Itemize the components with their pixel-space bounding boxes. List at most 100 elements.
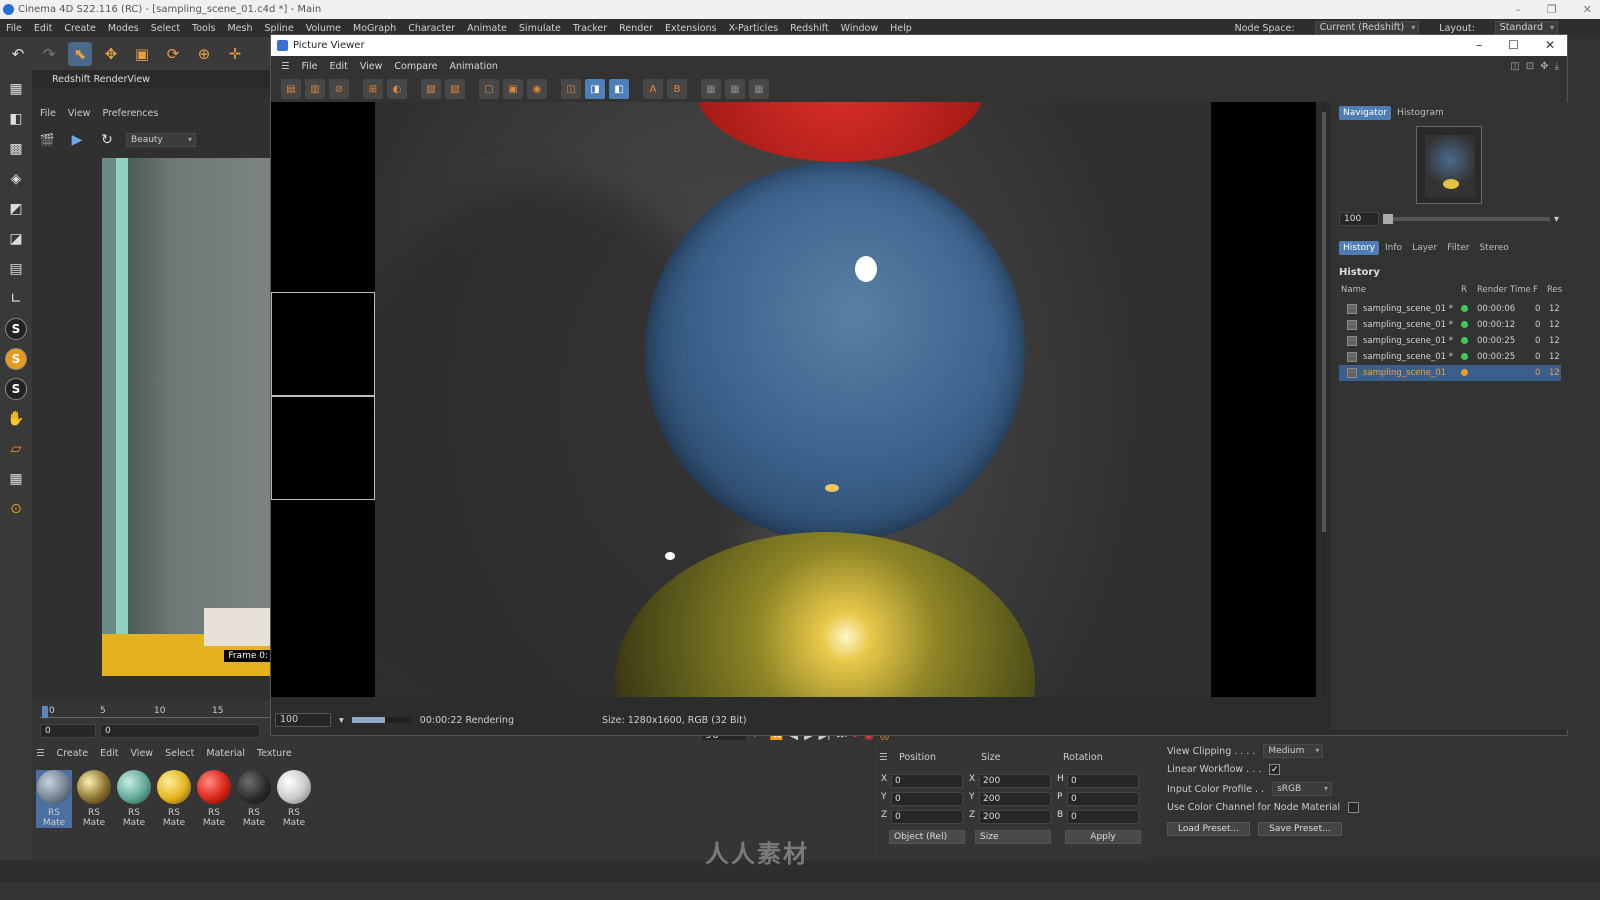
layers-icon[interactable]: ▨ bbox=[445, 79, 465, 99]
rotation-field[interactable]: 0 bbox=[1067, 774, 1139, 788]
set-b-icon[interactable]: B bbox=[667, 79, 687, 99]
grid-c-icon[interactable]: ▦ bbox=[749, 79, 769, 99]
axis-mode-icon[interactable]: ∟ bbox=[5, 288, 27, 310]
grid-b-icon[interactable]: ▦ bbox=[725, 79, 745, 99]
size-field[interactable]: 200 bbox=[979, 792, 1051, 806]
color-profile-dropdown[interactable]: sRGB bbox=[1272, 782, 1333, 796]
playhead[interactable] bbox=[42, 706, 48, 718]
mat-menu-create[interactable]: Create bbox=[57, 748, 89, 759]
lock-workplane-icon[interactable]: ⊙ bbox=[5, 498, 27, 520]
pv-menu-view[interactable]: View bbox=[360, 61, 383, 72]
grid-a-icon[interactable]: ▦ bbox=[701, 79, 721, 99]
mat-menu-edit[interactable]: Edit bbox=[100, 748, 118, 759]
history-row[interactable]: sampling_scene_01 * 00:00:25 0 12 bbox=[1339, 349, 1561, 365]
menu-character[interactable]: Character bbox=[408, 23, 455, 34]
current-frame-field[interactable]: 0 bbox=[100, 724, 260, 738]
hamburger-icon[interactable]: ☰ bbox=[281, 61, 290, 72]
col-f[interactable]: F bbox=[1533, 285, 1538, 295]
menu-redshift[interactable]: Redshift bbox=[790, 23, 829, 34]
refresh-icon[interactable]: ↻ bbox=[96, 129, 118, 151]
material-swatch[interactable]: RS Mate bbox=[196, 770, 232, 828]
node-space-dropdown[interactable]: Current (Redshift) bbox=[1314, 21, 1420, 35]
material-swatch[interactable]: RS Mate bbox=[276, 770, 312, 828]
pv-vertical-scrollbar[interactable] bbox=[1321, 102, 1327, 697]
undo-icon[interactable]: ↶ bbox=[6, 42, 30, 66]
points-mode-icon[interactable]: ◈ bbox=[5, 168, 27, 190]
select-tool-icon[interactable]: ⬉ bbox=[68, 41, 92, 66]
pv-menu-file[interactable]: File bbox=[302, 61, 318, 72]
pv-menu-animation[interactable]: Animation bbox=[449, 61, 497, 72]
size-field[interactable]: 200 bbox=[979, 774, 1051, 788]
timeline-ruler[interactable]: 0 5 10 15 bbox=[40, 706, 270, 718]
material-swatch[interactable]: RS Mate bbox=[156, 770, 192, 828]
scale-tool-icon[interactable]: ▣ bbox=[130, 42, 154, 66]
navigator-zoom-field[interactable]: 100 bbox=[1339, 212, 1379, 226]
tab-layer[interactable]: Layer bbox=[1408, 241, 1441, 255]
position-field[interactable]: 0 bbox=[891, 792, 963, 806]
position-field[interactable]: 0 bbox=[891, 774, 963, 788]
copy-icon[interactable]: ▧ bbox=[421, 79, 441, 99]
layout-dropdown[interactable]: Standard bbox=[1494, 21, 1558, 35]
view-clipping-dropdown[interactable]: Medium bbox=[1263, 744, 1324, 758]
navigator-zoom-slider[interactable] bbox=[1383, 214, 1550, 224]
history-row[interactable]: sampling_scene_01 * 00:00:06 0 12 bbox=[1339, 301, 1561, 317]
menu-render[interactable]: Render bbox=[619, 23, 653, 34]
menu-mesh[interactable]: Mesh bbox=[227, 23, 252, 34]
snap-icon[interactable]: S bbox=[5, 318, 27, 340]
stop-render-icon[interactable]: ⊘ bbox=[329, 79, 349, 99]
mat-menu-view[interactable]: View bbox=[131, 748, 154, 759]
aov-dropdown[interactable]: Beauty bbox=[126, 133, 196, 147]
menu-file[interactable]: File bbox=[6, 23, 22, 34]
hamburger-icon[interactable]: ☰ bbox=[879, 752, 888, 763]
move-tool-icon[interactable]: ✥ bbox=[99, 42, 123, 66]
history-row[interactable]: sampling_scene_01 0 12 bbox=[1339, 365, 1561, 381]
snap-workplane-icon[interactable]: S bbox=[5, 378, 27, 400]
render-play-icon[interactable]: ▶ bbox=[66, 129, 88, 151]
zoom-options-icon[interactable]: ▾ bbox=[1554, 214, 1559, 225]
save-icon[interactable]: ▥ bbox=[305, 79, 325, 99]
save-preset-button[interactable]: Save Preset... bbox=[1258, 822, 1342, 836]
tab-navigator[interactable]: Navigator bbox=[1339, 106, 1392, 120]
pv-close-icon[interactable]: ✕ bbox=[1545, 35, 1555, 56]
fit-icon[interactable]: ⊞ bbox=[363, 79, 383, 99]
coordinate-icon[interactable]: ⊕ bbox=[192, 42, 216, 66]
mat-menu-select[interactable]: Select bbox=[165, 748, 194, 759]
expand-icon[interactable]: ⊡ bbox=[1526, 61, 1534, 72]
redo-icon[interactable]: ↷ bbox=[37, 42, 61, 66]
thumbnail-frame[interactable] bbox=[271, 292, 375, 396]
pv-menu-edit[interactable]: Edit bbox=[329, 61, 347, 72]
thumbnail-frame[interactable] bbox=[271, 396, 375, 500]
zoom-dropdown-icon[interactable]: ▾ bbox=[339, 715, 344, 726]
col-name[interactable]: Name bbox=[1341, 285, 1366, 295]
col-render-time[interactable]: Render Time bbox=[1477, 285, 1531, 295]
snap-settings-icon[interactable]: S bbox=[5, 348, 27, 370]
mat-menu-texture[interactable]: Texture bbox=[257, 748, 292, 759]
pv-minimize-icon[interactable]: – bbox=[1476, 35, 1482, 56]
object-mode-icon[interactable]: ▤ bbox=[5, 258, 27, 280]
history-row[interactable]: sampling_scene_01 * 00:00:12 0 12 bbox=[1339, 317, 1561, 333]
rotation-field[interactable]: 0 bbox=[1067, 810, 1139, 824]
panel-toggle-icon[interactable]: ◫ bbox=[1510, 61, 1519, 72]
position-field[interactable]: 0 bbox=[891, 810, 963, 824]
workplane-icon[interactable]: ▱ bbox=[5, 438, 27, 460]
pv-image-canvas[interactable] bbox=[271, 102, 1316, 697]
menu-edit[interactable]: Edit bbox=[34, 23, 52, 34]
model-mode-icon[interactable]: ▦ bbox=[5, 78, 27, 100]
open-icon[interactable]: ▤ bbox=[281, 79, 301, 99]
grid-icon[interactable]: ▦ bbox=[5, 468, 27, 490]
axis-icon[interactable]: ✛ bbox=[223, 42, 247, 66]
menu-spline[interactable]: Spline bbox=[264, 23, 293, 34]
menu-mograph[interactable]: MoGraph bbox=[353, 23, 396, 34]
coord-mode-dropdown[interactable]: Object (Rel) bbox=[889, 830, 965, 844]
rs-menu-file[interactable]: File bbox=[40, 108, 56, 124]
start-frame-field[interactable]: 0 bbox=[40, 724, 96, 738]
rotation-field[interactable]: 0 bbox=[1067, 792, 1139, 806]
size-field[interactable]: 200 bbox=[979, 810, 1051, 824]
set-a-icon[interactable]: A bbox=[643, 79, 663, 99]
menu-extensions[interactable]: Extensions bbox=[665, 23, 717, 34]
menu-animate[interactable]: Animate bbox=[467, 23, 507, 34]
menu-modes[interactable]: Modes bbox=[108, 23, 139, 34]
tab-filter[interactable]: Filter bbox=[1443, 241, 1473, 255]
region-icon[interactable]: ▢ bbox=[479, 79, 499, 99]
close-icon[interactable]: ✕ bbox=[1583, 0, 1592, 19]
